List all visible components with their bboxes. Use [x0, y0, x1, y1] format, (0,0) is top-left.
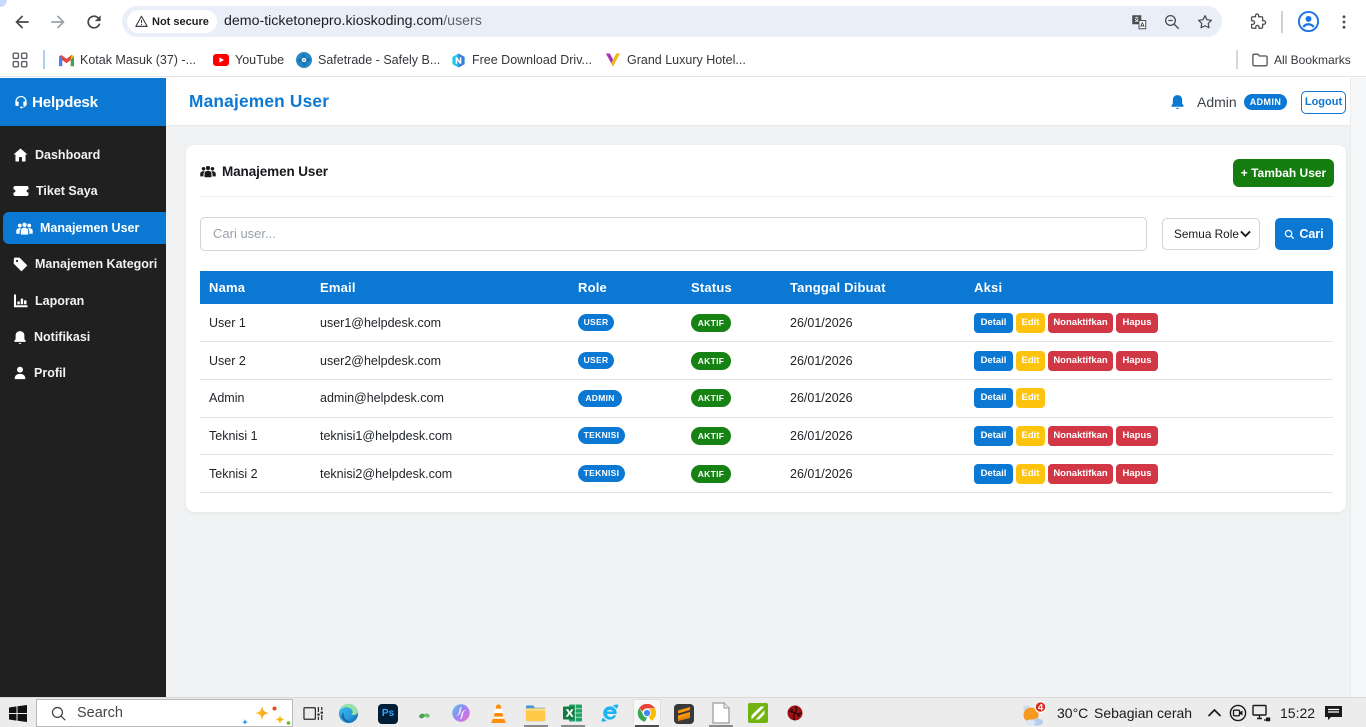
svg-text:4: 4: [1038, 703, 1044, 714]
